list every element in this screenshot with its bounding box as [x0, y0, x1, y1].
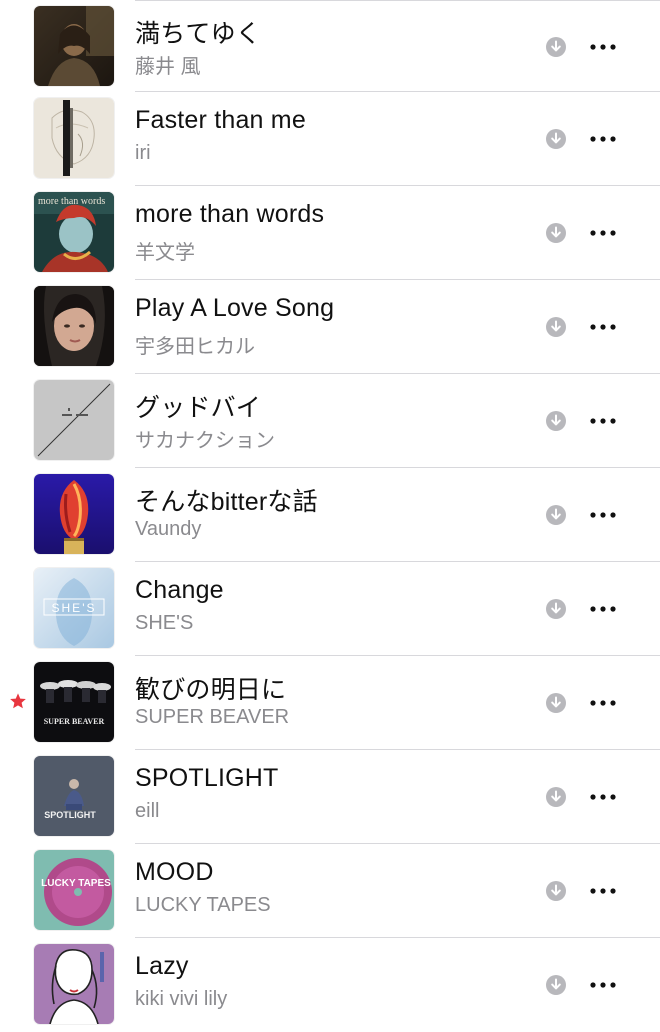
song-artist: 藤井 風 — [135, 56, 201, 78]
song-row[interactable]: 満ちてゆく 藤井 風 — [0, 0, 660, 92]
download-circle-icon[interactable] — [545, 128, 567, 150]
song-title: Lazy — [135, 952, 189, 980]
song-artist: LUCKY TAPES — [135, 894, 271, 916]
more-ellipsis-icon[interactable] — [588, 36, 618, 58]
download-circle-icon[interactable] — [545, 598, 567, 620]
album-art[interactable]: LUCKY TAPES — [34, 850, 114, 930]
album-art[interactable] — [34, 6, 114, 86]
song-artist: サカナクション — [135, 430, 275, 452]
album-art[interactable]: SPOTLIGHT — [34, 756, 114, 836]
album-art-text: SPOTLIGHT — [44, 810, 96, 820]
download-circle-icon[interactable] — [545, 222, 567, 244]
song-artist: kiki vivi lily — [135, 988, 228, 1010]
more-ellipsis-icon[interactable] — [588, 222, 618, 244]
more-ellipsis-icon[interactable] — [588, 692, 618, 714]
more-ellipsis-icon[interactable] — [588, 316, 618, 338]
song-row[interactable]: Faster than me iri — [0, 92, 660, 186]
download-circle-icon[interactable] — [545, 316, 567, 338]
album-art-text: LUCKY TAPES — [41, 878, 111, 889]
star-icon — [10, 693, 26, 709]
song-artist: 宇多田ヒカル — [135, 336, 255, 358]
song-title: Play A Love Song — [135, 294, 335, 322]
album-art[interactable]: SHE'S — [34, 568, 114, 648]
song-row[interactable]: Play A Love Song 宇多田ヒカル — [0, 280, 660, 374]
download-circle-icon[interactable] — [545, 880, 567, 902]
download-circle-icon[interactable] — [545, 786, 567, 808]
song-title: Change — [135, 576, 224, 604]
song-title: 満ちてゆく — [135, 20, 262, 48]
song-title: そんなbitterな話 — [135, 488, 318, 516]
song-row[interactable]: SHE'S Change SHE'S — [0, 562, 660, 656]
song-artist: iri — [135, 142, 151, 164]
song-title: グッドバイ — [135, 394, 262, 422]
song-row[interactable]: Lazy kiki vivi lily — [0, 938, 660, 1032]
album-art[interactable] — [34, 286, 114, 366]
album-art[interactable] — [34, 944, 114, 1024]
album-art-text: more than words — [38, 196, 105, 207]
download-circle-icon[interactable] — [545, 504, 567, 526]
song-title: more than words — [135, 200, 325, 228]
album-art[interactable] — [34, 474, 114, 554]
more-ellipsis-icon[interactable] — [588, 786, 618, 808]
album-art[interactable] — [34, 380, 114, 460]
album-art[interactable]: SUPER BEAVER — [34, 662, 114, 742]
more-ellipsis-icon[interactable] — [588, 598, 618, 620]
more-ellipsis-icon[interactable] — [588, 504, 618, 526]
download-circle-icon[interactable] — [545, 692, 567, 714]
song-row[interactable]: more than words more than words 羊文学 — [0, 186, 660, 280]
song-title: MOOD — [135, 858, 214, 886]
song-row[interactable]: SPOTLIGHT SPOTLIGHT eill — [0, 750, 660, 844]
more-ellipsis-icon[interactable] — [588, 974, 618, 996]
song-list: 満ちてゆく 藤井 風 Faster than me iri more than … — [0, 0, 660, 1032]
song-artist: SUPER BEAVER — [135, 706, 290, 728]
download-circle-icon[interactable] — [545, 974, 567, 996]
album-art-text: SHE'S — [52, 601, 97, 615]
song-title: Faster than me — [135, 106, 306, 134]
more-ellipsis-icon[interactable] — [588, 410, 618, 432]
album-art[interactable]: more than words — [34, 192, 114, 272]
song-row[interactable]: グッドバイ サカナクション — [0, 374, 660, 468]
song-row[interactable]: LUCKY TAPES MOOD LUCKY TAPES — [0, 844, 660, 938]
album-art-text: SUPER BEAVER — [44, 717, 105, 726]
album-art[interactable] — [34, 98, 114, 178]
song-artist: 羊文学 — [135, 242, 195, 264]
song-title: SPOTLIGHT — [135, 764, 279, 792]
download-circle-icon[interactable] — [545, 410, 567, 432]
more-ellipsis-icon[interactable] — [588, 128, 618, 150]
song-row[interactable]: SUPER BEAVER 歓びの明日に SUPER BEAVER — [0, 656, 660, 750]
song-artist: Vaundy — [135, 518, 202, 540]
divider — [135, 0, 660, 1]
song-artist: eill — [135, 800, 160, 822]
song-row[interactable]: そんなbitterな話 Vaundy — [0, 468, 660, 562]
song-title: 歓びの明日に — [135, 676, 287, 704]
download-circle-icon[interactable] — [545, 36, 567, 58]
more-ellipsis-icon[interactable] — [588, 880, 618, 902]
song-artist: SHE'S — [135, 612, 194, 634]
